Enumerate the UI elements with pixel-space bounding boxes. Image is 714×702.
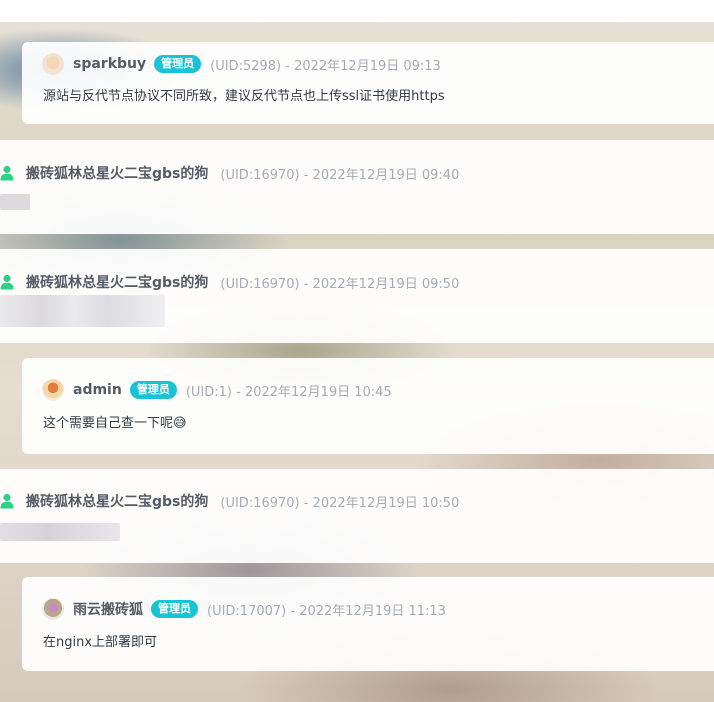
comment-card: sparkbuy 管理员 (UID:5298) - 2022年12月19日 09… xyxy=(22,42,714,124)
comment-text: 源站与反代节点协议不同所致，建议反代节点也上传ssl证书使用https xyxy=(43,89,445,104)
comment-meta: (UID:16970) - 2022年12月19日 09:40 xyxy=(220,167,460,183)
comment-header: 搬砖狐林总星火二宝gbs的狗 (UID:16970) - 2022年12月19日… xyxy=(0,491,459,511)
comment-meta: (UID:16970) - 2022年12月19日 09:50 xyxy=(220,276,460,292)
avatar[interactable] xyxy=(42,598,64,620)
comment-card: 搬砖狐林总星火二宝gbs的狗 (UID:16970) - 2022年12月19日… xyxy=(0,140,714,234)
avatar[interactable] xyxy=(42,53,64,75)
user-icon xyxy=(0,165,14,181)
comment-author[interactable]: sparkbuy xyxy=(73,56,146,72)
comment-header: 搬砖狐林总星火二宝gbs的狗 (UID:16970) - 2022年12月19日… xyxy=(0,163,459,183)
admin-badge: 管理员 xyxy=(154,55,202,73)
comment-header: admin 管理员 (UID:1) - 2022年12月19日 10:45 xyxy=(42,379,392,401)
user-icon xyxy=(0,493,14,509)
comment-card: 搬砖狐林总星火二宝gbs的狗 (UID:16970) - 2022年12月19日… xyxy=(0,469,714,563)
admin-badge: 管理员 xyxy=(129,381,177,399)
comment-card: 搬砖狐林总星火二宝gbs的狗 (UID:16970) - 2022年12月19日… xyxy=(0,249,714,343)
comment-text: 在nginx上部署即可 xyxy=(43,635,158,650)
comment-author[interactable]: 搬砖狐林总星火二宝gbs的狗 xyxy=(26,491,208,511)
comment-card: admin 管理员 (UID:1) - 2022年12月19日 10:45 这个… xyxy=(22,358,714,454)
comment-meta: (UID:17007) - 2022年12月19日 11:13 xyxy=(207,603,446,619)
comment-header: 搬砖狐林总星火二宝gbs的狗 (UID:16970) - 2022年12月19日… xyxy=(0,272,459,292)
comment-header: sparkbuy 管理员 (UID:5298) - 2022年12月19日 09… xyxy=(42,53,441,75)
comment-card: 雨云搬砖狐 管理员 (UID:17007) - 2022年12月19日 11:1… xyxy=(22,577,714,671)
comment-meta: (UID:5298) - 2022年12月19日 09:13 xyxy=(210,58,441,74)
blurred-content xyxy=(0,295,165,327)
blurred-content xyxy=(0,194,30,210)
avatar[interactable] xyxy=(42,379,64,401)
comment-meta: (UID:1) - 2022年12月19日 10:45 xyxy=(185,384,392,400)
comment-text: 这个需要自己查一下呢😅 xyxy=(43,416,187,431)
blurred-content xyxy=(0,523,120,541)
comment-author[interactable]: 搬砖狐林总星火二宝gbs的狗 xyxy=(26,272,208,292)
comment-author[interactable]: 搬砖狐林总星火二宝gbs的狗 xyxy=(26,163,208,183)
top-strip xyxy=(0,0,714,22)
user-icon xyxy=(0,274,14,290)
comment-meta: (UID:16970) - 2022年12月19日 10:50 xyxy=(220,495,460,511)
admin-badge: 管理员 xyxy=(151,600,198,618)
comment-author[interactable]: 雨云搬砖狐 xyxy=(73,599,143,619)
comment-header: 雨云搬砖狐 管理员 (UID:17007) - 2022年12月19日 11:1… xyxy=(42,598,446,620)
comment-author[interactable]: admin xyxy=(73,382,122,398)
